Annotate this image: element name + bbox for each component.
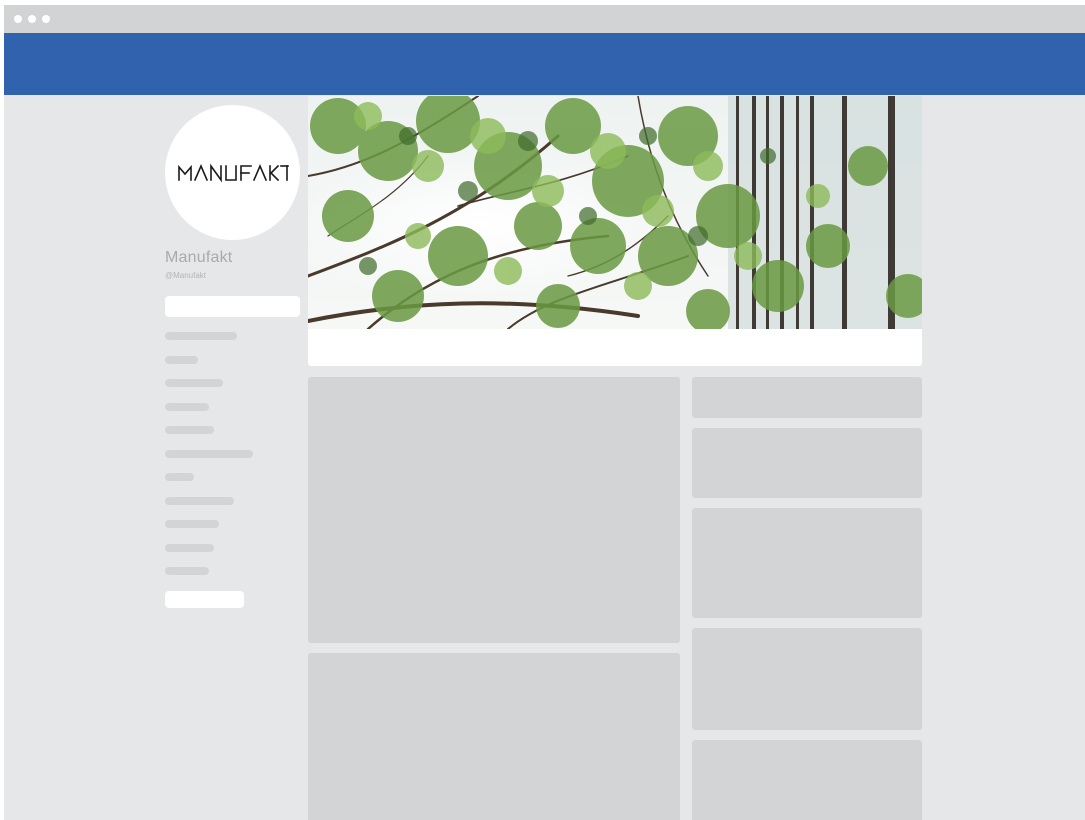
top-navigation-bar: [4, 33, 1085, 95]
side-card[interactable]: [692, 740, 922, 820]
sidebar-item[interactable]: [165, 403, 209, 411]
cover-footer-bar: [308, 329, 922, 366]
brand-logo: [177, 163, 289, 183]
side-card[interactable]: [692, 377, 922, 418]
cover-image: [308, 96, 922, 329]
post-card[interactable]: [308, 377, 680, 643]
follow-button[interactable]: [165, 296, 300, 317]
window-dot-icon[interactable]: [42, 15, 50, 23]
manufakt-logo-icon: [177, 163, 289, 182]
sidebar-item[interactable]: [165, 567, 209, 575]
sidebar-item[interactable]: [165, 356, 198, 364]
side-card[interactable]: [692, 508, 922, 618]
browser-window: Manufakt @Manufakt: [4, 5, 1085, 820]
sidebar-item[interactable]: [165, 520, 219, 528]
side-card[interactable]: [692, 428, 922, 498]
sidebar-item[interactable]: [165, 426, 214, 434]
profile-handle: @Manufakt: [165, 271, 207, 280]
window-dot-icon[interactable]: [28, 15, 36, 23]
profile-avatar[interactable]: [165, 105, 300, 240]
sidebar-item[interactable]: [165, 544, 214, 552]
title-bar: [4, 5, 1085, 33]
sidebar-item[interactable]: [165, 332, 237, 340]
cover-photo[interactable]: [308, 96, 922, 329]
sidebar-item[interactable]: [165, 450, 253, 458]
side-card[interactable]: [692, 628, 922, 730]
sidebar-item[interactable]: [165, 473, 194, 481]
window-dot-icon[interactable]: [14, 15, 22, 23]
profile-name: Manufakt: [165, 249, 233, 266]
create-page-button[interactable]: [165, 591, 244, 608]
sidebar-item[interactable]: [165, 497, 234, 505]
sidebar-item[interactable]: [165, 379, 223, 387]
post-card[interactable]: [308, 653, 680, 820]
